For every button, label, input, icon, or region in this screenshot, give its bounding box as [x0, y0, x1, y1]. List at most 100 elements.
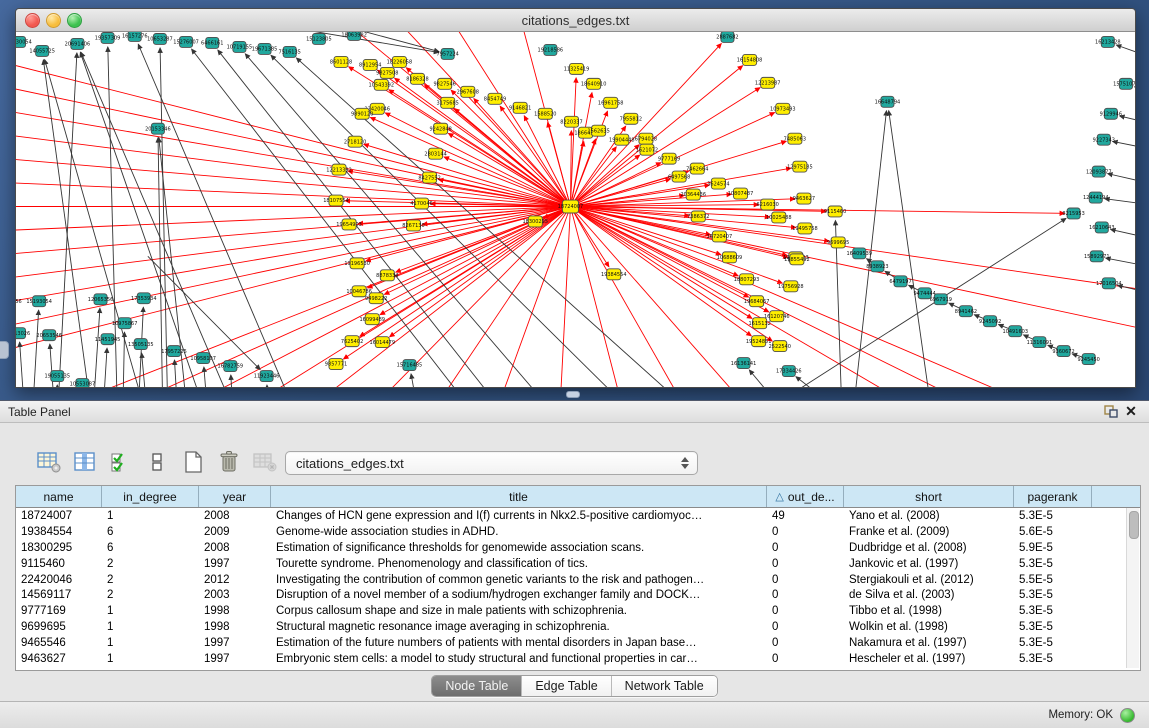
tab-network-table[interactable]: Network Table: [612, 676, 717, 696]
node-17334426[interactable]: 17334426: [776, 366, 802, 377]
node-19756928[interactable]: 19756928: [778, 281, 804, 292]
node-9129946[interactable]: 9129946: [1100, 108, 1122, 119]
node-20153346[interactable]: 20153346: [145, 123, 171, 134]
minimize-button[interactable]: [46, 13, 61, 28]
vertical-scrollbar[interactable]: [1126, 508, 1139, 668]
node-15892971[interactable]: 15892971: [1084, 251, 1110, 262]
scrollbar-thumb[interactable]: [1129, 511, 1139, 539]
node-16157276[interactable]: 16157276: [122, 32, 148, 41]
table-row[interactable]: 1938455462009Genome-wide association stu…: [16, 524, 1140, 540]
tab-node-table[interactable]: Node Table: [432, 676, 522, 696]
column-header-out_de[interactable]: △out_de...: [767, 486, 844, 507]
node-3313026[interactable]: 3313026: [16, 328, 30, 339]
node-7462664[interactable]: 7462664: [686, 163, 708, 174]
select-all-icon[interactable]: [108, 449, 134, 475]
column-header-pagerank[interactable]: pagerank: [1014, 486, 1092, 507]
node-11923446[interactable]: 11923446: [254, 371, 280, 382]
node-1588520[interactable]: 1588520: [534, 108, 556, 119]
node-16213428[interactable]: 16213428: [1095, 36, 1121, 47]
table-row[interactable]: 946554611997Estimation of the future num…: [16, 635, 1140, 651]
node-11451945[interactable]: 11451945: [95, 334, 121, 345]
new-column-icon[interactable]: [180, 449, 206, 475]
node-18063982[interactable]: 18063982: [341, 32, 367, 40]
zoom-button[interactable]: [67, 13, 82, 28]
node-2887682[interactable]: 2887682: [716, 32, 738, 42]
node-10719155[interactable]: 10719155: [227, 41, 253, 52]
node-12093877[interactable]: 12093877: [1086, 166, 1112, 177]
row-height-icon[interactable]: [144, 449, 170, 475]
node-10025488[interactable]: 10025488: [766, 212, 792, 223]
close-button[interactable]: [25, 13, 40, 28]
node-12975185[interactable]: 12975185: [787, 161, 813, 172]
node-19671385[interactable]: 19671385: [252, 43, 278, 54]
table-row[interactable]: 969969511998Structural magnetic resonanc…: [16, 619, 1140, 635]
column-header-short[interactable]: short: [844, 486, 1014, 507]
node-19384554[interactable]: 19384554: [601, 269, 627, 280]
network-canvas[interactable]: 2313005414055725206914061935730916157276…: [16, 32, 1135, 387]
node-7955812[interactable]: 7955812: [620, 113, 642, 124]
node-19055135[interactable]: 19055135: [44, 371, 70, 382]
node-8215953[interactable]: 8215953: [1062, 208, 1084, 219]
network-window-titlebar[interactable]: citations_edges.txt: [16, 9, 1135, 32]
delete-column-icon[interactable]: [216, 449, 242, 475]
node-16136141[interactable]: 16136141: [731, 358, 757, 369]
table-row[interactable]: 911546021997Tourette syndrome. Phenomeno…: [16, 556, 1140, 572]
node-19196530[interactable]: 19196530: [344, 258, 370, 269]
close-icon[interactable]: ✕: [1121, 404, 1141, 420]
table-selector-dropdown[interactable]: citations_edges.txt: [285, 451, 698, 475]
node-19904448[interactable]: 19904448: [609, 134, 635, 145]
node-18226058[interactable]: 18226058: [387, 56, 413, 67]
citation-network-graph[interactable]: 2313005414055725206914061935730916157276…: [16, 32, 1135, 387]
float-window-icon[interactable]: [1101, 404, 1121, 420]
panel-collapse-handle[interactable]: [0, 341, 9, 359]
node-2718120[interactable]: 2718120: [344, 136, 366, 147]
column-header-year[interactable]: year: [199, 486, 271, 507]
node-10958107[interactable]: 10958107: [190, 353, 216, 364]
node-23130054[interactable]: 23130054: [16, 36, 32, 47]
node-12213987[interactable]: 12213987: [755, 77, 781, 88]
node-7957224[interactable]: 7957224: [437, 48, 459, 59]
node-8601128[interactable]: 8601128: [330, 56, 352, 67]
node-6794028[interactable]: 6794028: [635, 133, 657, 144]
node-7516135[interactable]: 7516135: [279, 46, 301, 57]
node-20364436[interactable]: 20364436: [680, 189, 706, 200]
node-16648794[interactable]: 16648794: [875, 96, 901, 107]
node-15123805[interactable]: 15123805: [306, 33, 332, 44]
column-header-name[interactable]: name: [16, 486, 102, 507]
table-row[interactable]: 1872400712008Changes of HCN gene express…: [16, 508, 1140, 524]
node-9463627[interactable]: 9463627: [793, 193, 815, 204]
node-8912954[interactable]: 8912954: [359, 59, 381, 70]
node-8878334[interactable]: 8878334: [376, 270, 398, 281]
show-columns-icon[interactable]: [72, 449, 98, 475]
table-row[interactable]: 1830029562008Estimation of significance …: [16, 540, 1140, 556]
node-10807487[interactable]: 10807487: [728, 188, 754, 199]
node-9245092[interactable]: 9245092: [979, 316, 1001, 327]
table-mode-icon[interactable]: [36, 449, 62, 475]
node-6216030[interactable]: 6216030: [757, 199, 779, 210]
table-row[interactable]: 1456911722003Disruption of a novel membe…: [16, 587, 1140, 603]
node-10653287[interactable]: 10653287: [147, 33, 173, 44]
table-row[interactable]: 2242004622012Investigating the contribut…: [16, 572, 1140, 588]
node-16961758[interactable]: 16961758: [598, 97, 624, 108]
node-10553087[interactable]: 10553087: [70, 379, 96, 387]
node-16014479[interactable]: 16014479: [370, 337, 396, 348]
table-row[interactable]: 977716911998Corpus callosum shape and si…: [16, 603, 1140, 619]
node-19218586[interactable]: 19218586: [538, 44, 564, 55]
node-23206056[interactable]: 23206056: [16, 296, 22, 307]
node-19495758[interactable]: 19495758: [792, 223, 818, 234]
node-19684067[interactable]: 19684067: [744, 296, 770, 307]
node-18640910[interactable]: 18640910: [581, 78, 607, 89]
node-9245450[interactable]: 9245450: [1078, 354, 1100, 365]
node-20691406[interactable]: 20691406: [65, 38, 91, 49]
splitter-grip[interactable]: [566, 391, 580, 398]
node-17353934[interactable]: 17353934: [131, 293, 157, 304]
node-15751074[interactable]: 15751074: [1113, 78, 1135, 89]
node-19357309[interactable]: 19357309: [95, 32, 121, 43]
node-8267130[interactable]: 8267130: [402, 220, 424, 231]
node-9227343[interactable]: 9227343: [1093, 134, 1115, 145]
column-header-in_degree[interactable]: in_degree: [102, 486, 199, 507]
node-2522540[interactable]: 2522540: [769, 341, 791, 352]
delete-table-icon[interactable]: [252, 449, 278, 475]
node-8220337[interactable]: 8220337: [560, 116, 582, 127]
node-16154808[interactable]: 16154808: [737, 54, 763, 65]
